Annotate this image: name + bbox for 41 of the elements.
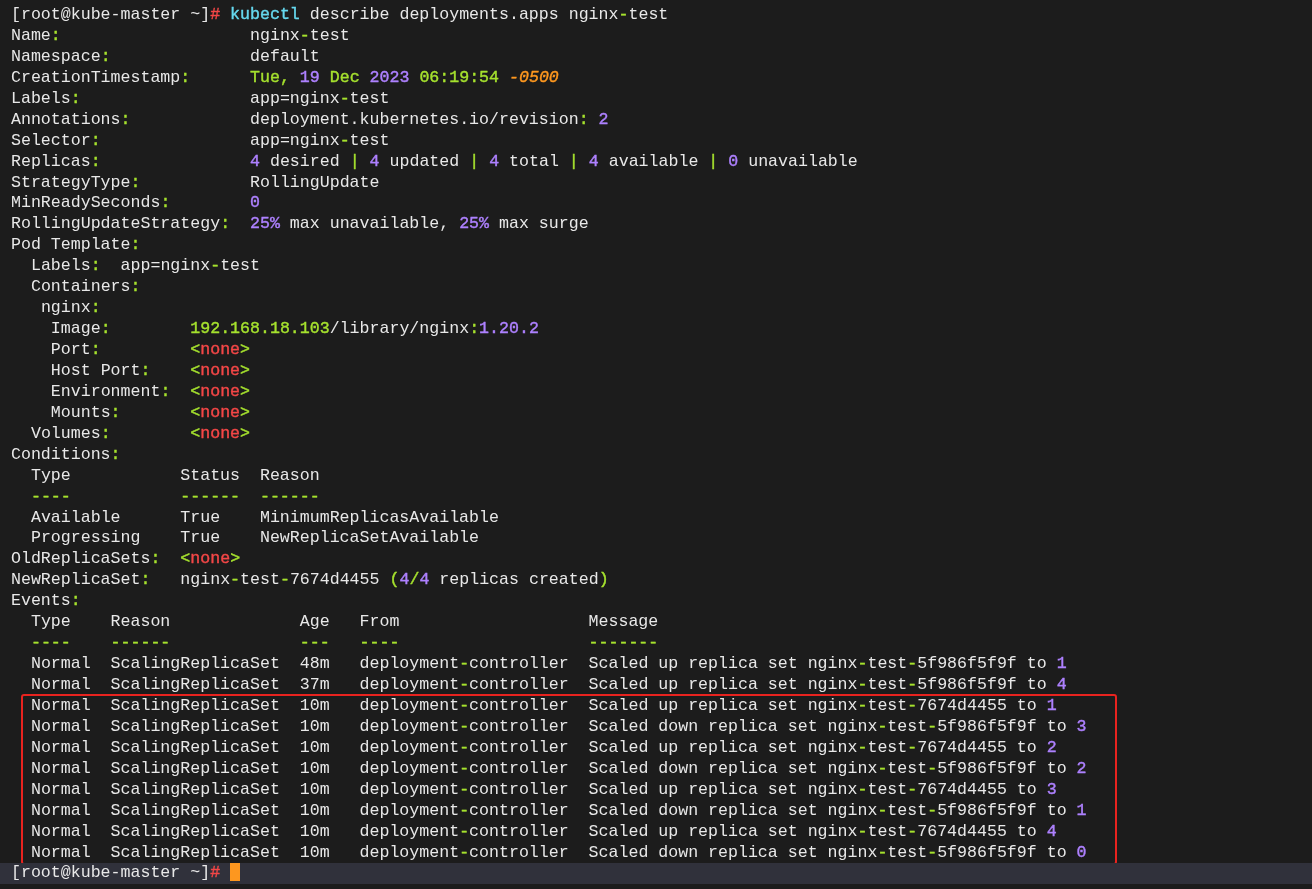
terminal-line: Labels: app=nginx-test xyxy=(10,88,391,110)
terminal-line: Environment: <none> xyxy=(49,381,252,403)
terminal-line: Type Status Reason xyxy=(29,465,321,487)
terminal-line: Mounts: <none> xyxy=(49,402,252,424)
terminal-line: NewReplicaSet: nginx-test-7674d4455 (4/4 replicas created) xyxy=(10,570,610,592)
terminal-line: CreationTimestamp: Tue, 19 Dec 2023 06:19:54 -0500 xyxy=(10,67,560,89)
terminal-line: Containers: xyxy=(29,277,142,299)
terminal-line: Volumes: <none> xyxy=(29,423,252,445)
terminal-line: Available True MinimumReplicasAvailable xyxy=(29,507,500,529)
event-row-text: Normal ScalingReplicaSet 10m deployment-controller Scaled up replica set nginx-test-7674d4455 to 1 xyxy=(29,695,1058,717)
terminal-line: Name: nginx-test xyxy=(10,25,351,47)
terminal-line: RollingUpdateStrategy: 25% max unavailable, 25% max surge xyxy=(10,214,590,236)
event-row-text: Normal ScalingReplicaSet 37m deployment-controller Scaled up replica set nginx-test-5f986f5f9f to 4 xyxy=(29,675,1068,696)
terminal-line: Image: 192.168.18.103/library/nginx:1.20.2 xyxy=(49,319,540,340)
event-row-text: Normal ScalingReplicaSet 10m deployment-controller Scaled down replica set nginx-test-5f986f5f9f to 3 xyxy=(29,716,1088,738)
terminal-line: Annotations: deployment.kubernetes.io/revision: 2 xyxy=(10,109,610,131)
terminal-line: ---- ------ --- ---- ------- xyxy=(29,633,660,655)
terminal-line: Pod Template: xyxy=(10,235,142,257)
event-row-text: Normal ScalingReplicaSet 10m deployment-controller Scaled up replica set nginx-test-7674d4455 to 4 xyxy=(29,821,1058,843)
terminal-line: Replicas: 4 desired | 4 updated | 4 total | 4 available | 0 unavailable xyxy=(10,151,859,173)
terminal-line: Selector: app=nginx-test xyxy=(10,130,391,152)
terminal-line: Labels: app=nginx-test xyxy=(29,256,261,278)
terminal-line: [root@kube-master ~]# kubectl describe deployments.apps nginx-test xyxy=(10,5,670,26)
terminal-line: Type Reason Age From Message xyxy=(29,612,660,634)
terminal-line: StrategyType: RollingUpdate xyxy=(10,172,381,194)
terminal-line: ---- ------ ------ xyxy=(29,486,321,508)
terminal-line: OldReplicaSets: <none> xyxy=(10,549,242,571)
terminal-line: Progressing True NewReplicaSetAvailable xyxy=(29,528,481,550)
terminal-line: Host Port: <none> xyxy=(49,360,252,382)
terminal-line: Events: xyxy=(10,591,82,613)
event-row-text: Normal ScalingReplicaSet 10m deployment-controller Scaled down replica set nginx-test-5f986f5f9f to 1 xyxy=(29,800,1088,822)
event-row-text: Normal ScalingReplicaSet 10m deployment-controller Scaled up replica set nginx-test-7674d4455 to 2 xyxy=(29,737,1058,759)
event-row-text: Normal ScalingReplicaSet 10m deployment-controller Scaled down replica set nginx-test-5f986f5f9f to 0 xyxy=(29,842,1088,864)
terminal-line: Namespace: default xyxy=(10,46,321,68)
terminal-line: Conditions: xyxy=(10,444,122,466)
event-row-text: Normal ScalingReplicaSet 10m deployment-controller Scaled up replica set nginx-test-7674d4455 to 3 xyxy=(29,779,1058,801)
terminal-line: MinReadySeconds: 0 xyxy=(10,193,261,215)
event-row-text: Normal ScalingReplicaSet 48m deployment-controller Scaled up replica set nginx-test-5f986f5f9f to 1 xyxy=(29,654,1068,675)
terminal-line: Port: <none> xyxy=(49,340,252,361)
event-row-text: Normal ScalingReplicaSet 10m deployment-controller Scaled down replica set nginx-test-5f986f5f9f to 2 xyxy=(29,758,1088,780)
terminal-line: nginx: xyxy=(39,298,102,320)
